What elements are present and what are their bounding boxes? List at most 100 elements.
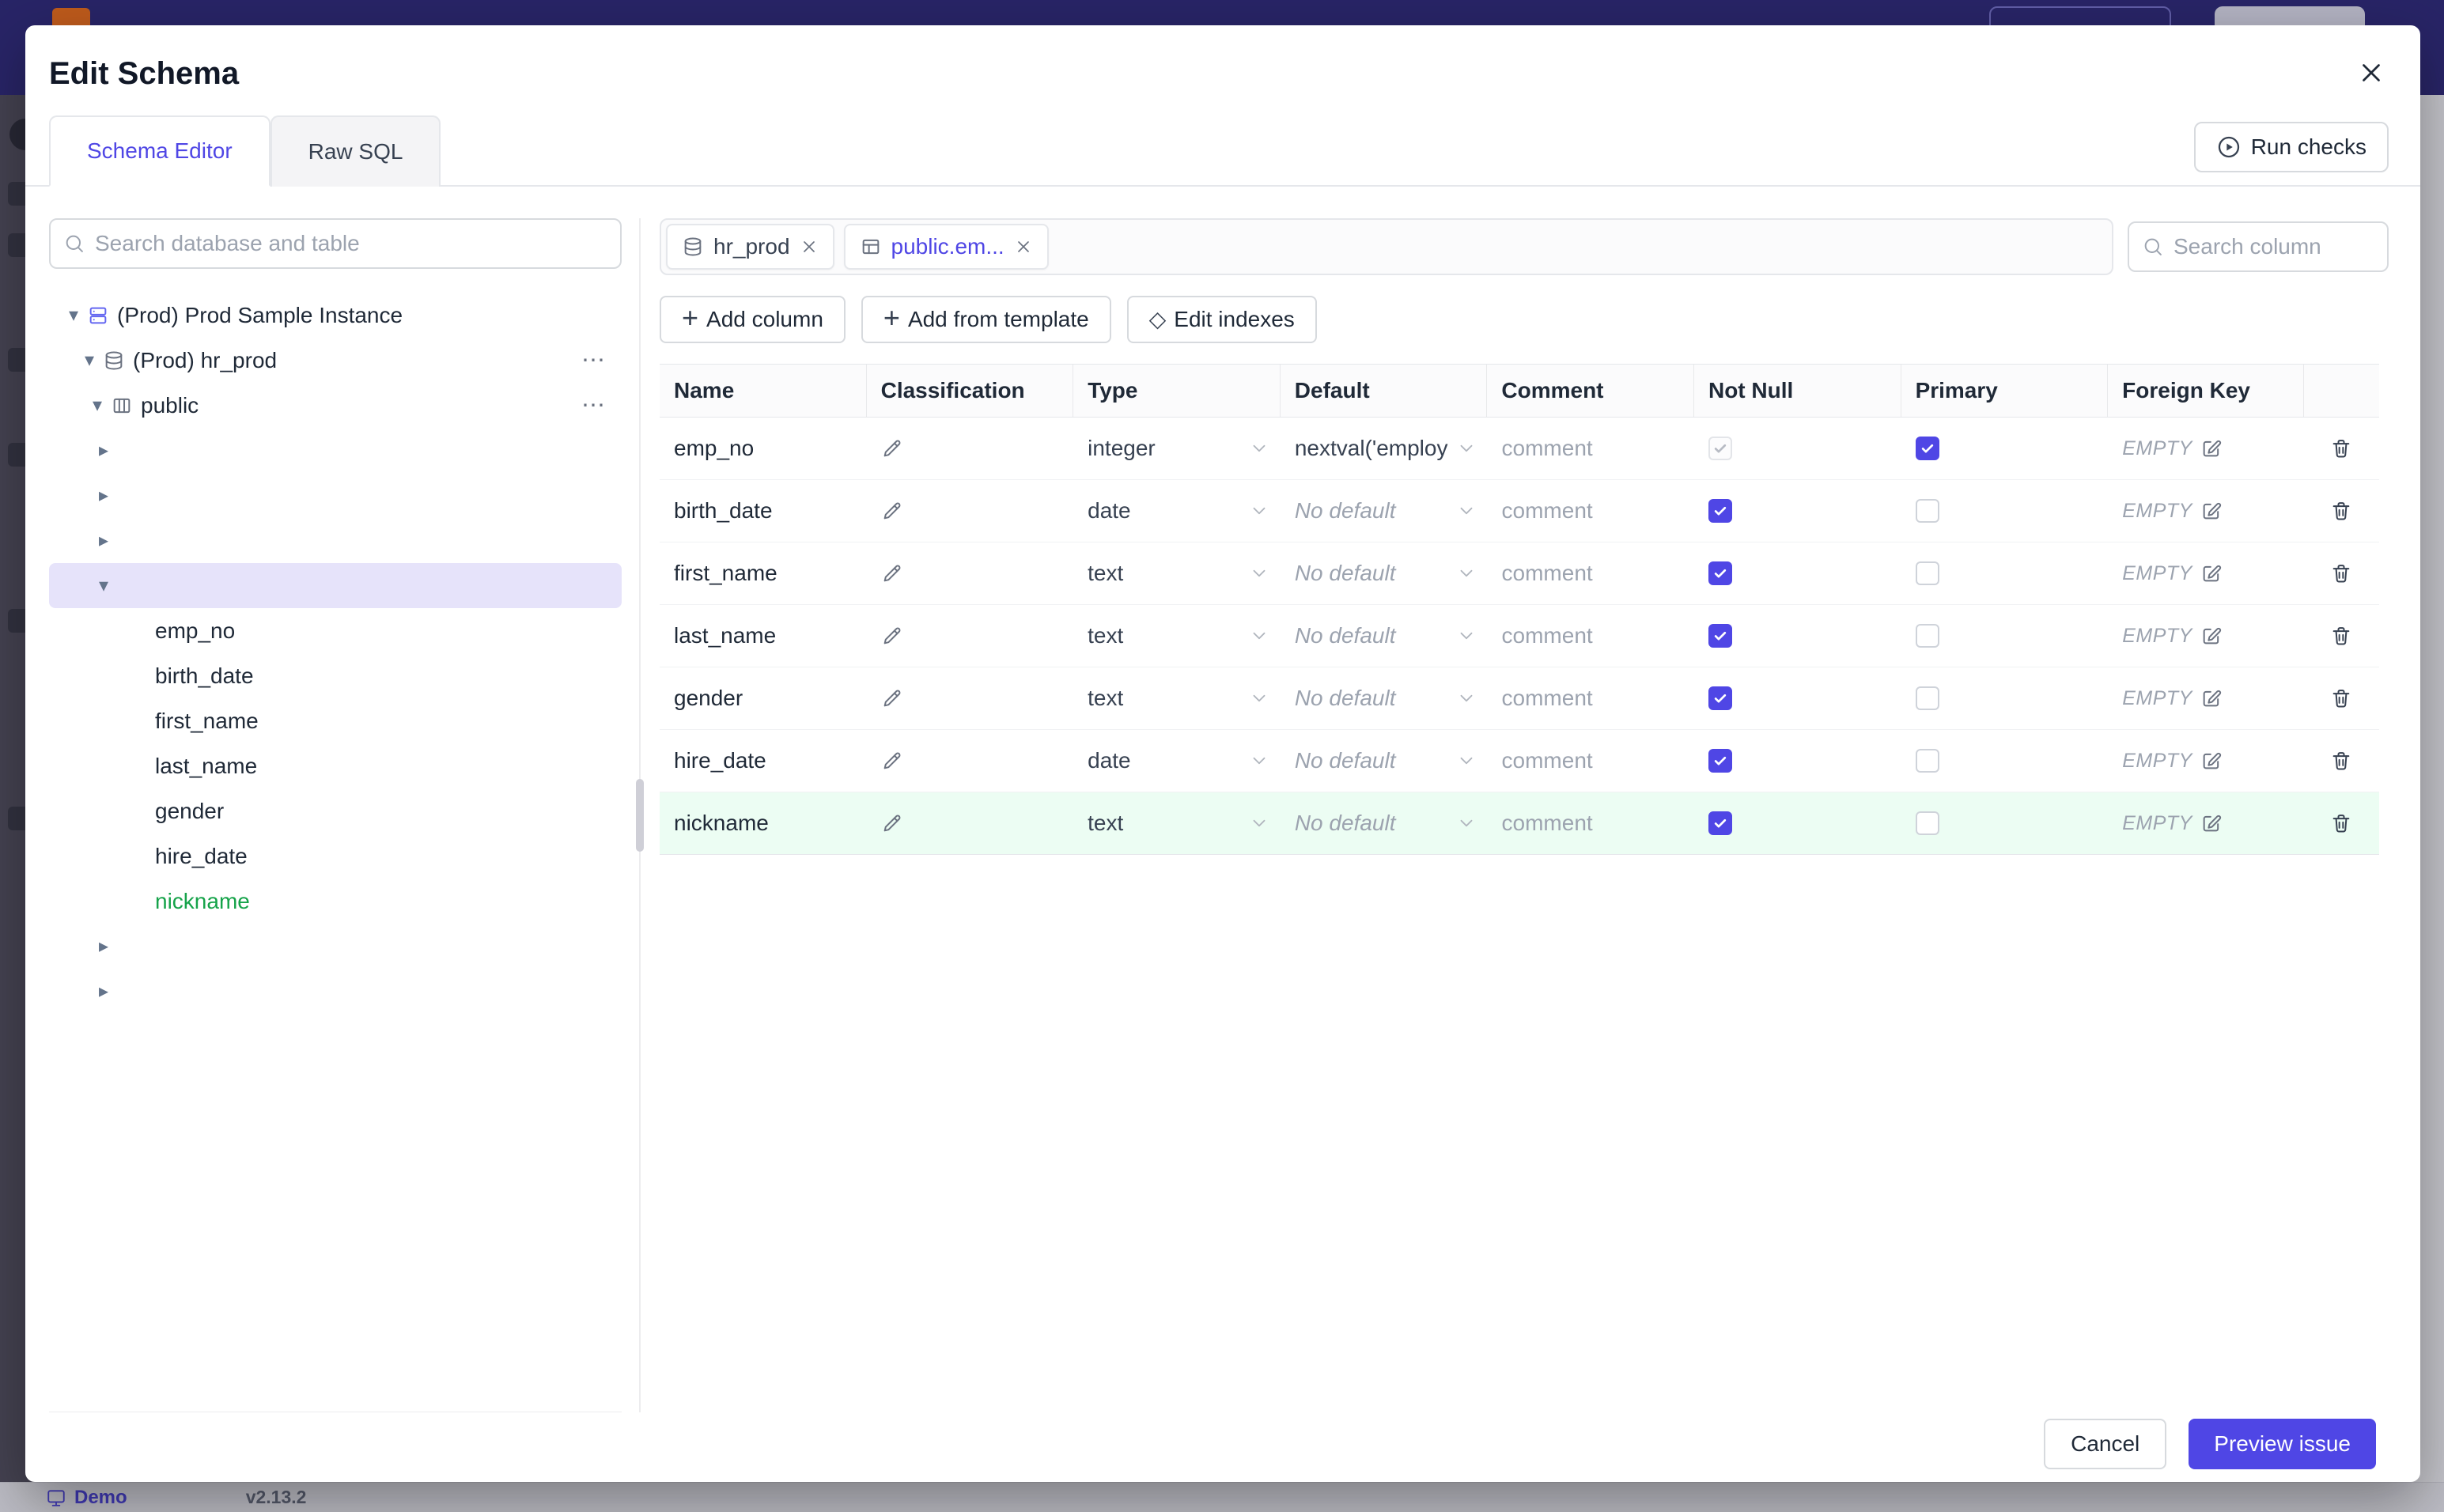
type-select[interactable]: date [1073, 480, 1281, 542]
tree-item-birth-date[interactable]: birth_date [49, 653, 622, 698]
tree-item-prod-hr-prod[interactable]: ▾ (Prod) hr_prod ⋯ [49, 338, 622, 383]
delete-column-icon[interactable] [2330, 500, 2352, 522]
not-null-checkbox[interactable] [1708, 749, 1733, 773]
default-select[interactable]: nextval('employ [1281, 418, 1488, 479]
column-name-cell[interactable]: last_name [660, 605, 867, 667]
comment-input[interactable] [1501, 561, 1676, 586]
tab-chip-hr-prod[interactable]: hr_prod [666, 224, 834, 270]
default-select[interactable]: No default [1281, 667, 1488, 729]
edit-foreign-key-icon[interactable] [2200, 562, 2223, 584]
close-icon[interactable] [1014, 237, 1033, 256]
tree-item-first-name[interactable]: first_name [49, 698, 622, 743]
close-button[interactable] [2354, 56, 2389, 91]
not-null-checkbox[interactable] [1708, 437, 1733, 460]
delete-column-icon[interactable] [2330, 750, 2352, 772]
tree-item-last-name[interactable]: last_name [49, 743, 622, 788]
classification-edit-icon[interactable] [881, 625, 903, 647]
column-name-cell[interactable]: hire_date [660, 730, 867, 792]
tree-item-prod-prod-sample-instance[interactable]: ▾ (Prod) Prod Sample Instance [49, 293, 622, 338]
edit-foreign-key-icon[interactable] [2200, 687, 2223, 709]
tree-item-dept-manager[interactable]: ▸dept_manager⋯ [49, 518, 622, 563]
add-column-button[interactable]: + Add column [660, 296, 846, 343]
classification-edit-icon[interactable] [881, 750, 903, 772]
primary-checkbox[interactable] [1915, 686, 1939, 710]
comment-input[interactable] [1501, 498, 1676, 524]
not-null-checkbox[interactable] [1708, 811, 1733, 835]
primary-checkbox[interactable] [1915, 624, 1939, 648]
column-search-input[interactable] [2173, 234, 2444, 259]
tree-item-employee[interactable]: ▾employee⋯ [49, 563, 622, 608]
comment-input[interactable] [1501, 623, 1676, 648]
not-null-checkbox[interactable] [1708, 624, 1733, 648]
more-menu-icon[interactable]: ⋯ [581, 348, 606, 372]
default-select[interactable]: No default [1281, 605, 1488, 667]
edit-foreign-key-icon[interactable] [2200, 812, 2223, 834]
chevron-down-icon[interactable]: ▾ [90, 574, 117, 597]
database-search-input[interactable] [95, 231, 607, 256]
tab-schema-editor[interactable]: Schema Editor [49, 115, 271, 187]
type-select[interactable]: date [1073, 730, 1281, 792]
delete-column-icon[interactable] [2330, 437, 2352, 459]
edit-foreign-key-icon[interactable] [2200, 625, 2223, 647]
classification-edit-icon[interactable] [881, 687, 903, 709]
default-select[interactable]: No default [1281, 792, 1488, 854]
tree-item-public[interactable]: ▾ public ⋯ [49, 383, 622, 428]
tab-raw-sql[interactable]: Raw SQL [270, 115, 441, 187]
not-null-checkbox[interactable] [1708, 561, 1733, 585]
primary-checkbox[interactable] [1915, 749, 1939, 773]
edit-indexes-button[interactable]: ◇ Edit indexes [1126, 296, 1317, 343]
classification-edit-icon[interactable] [881, 562, 903, 584]
chevron-right-icon[interactable]: ▸ [90, 529, 117, 552]
primary-checkbox[interactable] [1915, 811, 1939, 835]
type-select[interactable]: text [1073, 605, 1281, 667]
add-from-template-button[interactable]: + Add from template [861, 296, 1111, 343]
classification-edit-icon[interactable] [881, 812, 903, 834]
run-checks-button[interactable]: Run checks [2193, 122, 2389, 172]
type-select[interactable]: text [1073, 542, 1281, 604]
close-icon[interactable] [800, 237, 819, 256]
default-select[interactable]: No default [1281, 542, 1488, 604]
chevron-down-icon[interactable]: ▾ [60, 304, 87, 327]
more-menu-icon[interactable]: ⋯ [581, 393, 606, 418]
chevron-down-icon[interactable]: ▾ [76, 349, 103, 372]
comment-input[interactable] [1501, 686, 1676, 711]
comment-input[interactable] [1501, 748, 1676, 773]
primary-checkbox[interactable] [1915, 561, 1939, 585]
cancel-button[interactable]: Cancel [2044, 1419, 2167, 1469]
divider-drag-handle[interactable] [636, 779, 644, 852]
tree-item-department[interactable]: ▸department⋯ [49, 428, 622, 473]
preview-issue-button[interactable]: Preview issue [2189, 1419, 2376, 1469]
tree-item-dept-emp[interactable]: ▸dept_emp⋯ [49, 473, 622, 518]
type-select[interactable]: text [1073, 667, 1281, 729]
default-select[interactable]: No default [1281, 480, 1488, 542]
tree-item-title[interactable]: ▸title⋯ [49, 969, 622, 1014]
classification-edit-icon[interactable] [881, 437, 903, 459]
column-name-cell[interactable]: birth_date [660, 480, 867, 542]
not-null-checkbox[interactable] [1708, 499, 1733, 523]
tree-item-hire-date[interactable]: hire_date [49, 833, 622, 879]
chevron-right-icon[interactable]: ▸ [90, 935, 117, 958]
column-name-cell[interactable]: first_name [660, 542, 867, 604]
delete-column-icon[interactable] [2330, 812, 2352, 834]
comment-input[interactable] [1501, 811, 1676, 836]
delete-column-icon[interactable] [2330, 562, 2352, 584]
default-select[interactable]: No default [1281, 730, 1488, 792]
type-select[interactable]: integer [1073, 418, 1281, 479]
comment-input[interactable] [1501, 436, 1676, 461]
column-name-cell[interactable]: gender [660, 667, 867, 729]
primary-checkbox[interactable] [1915, 437, 1939, 460]
tree-item-nickname[interactable]: nickname [49, 879, 622, 924]
chevron-right-icon[interactable]: ▸ [90, 980, 117, 1003]
chevron-down-icon[interactable]: ▾ [84, 394, 111, 417]
column-name-cell[interactable]: nickname [660, 792, 867, 854]
delete-column-icon[interactable] [2330, 687, 2352, 709]
edit-foreign-key-icon[interactable] [2200, 500, 2223, 522]
tree-item-salary[interactable]: ▸salary⋯ [49, 924, 622, 969]
edit-foreign-key-icon[interactable] [2200, 750, 2223, 772]
chevron-right-icon[interactable]: ▸ [90, 439, 117, 462]
delete-column-icon[interactable] [2330, 625, 2352, 647]
classification-edit-icon[interactable] [881, 500, 903, 522]
edit-foreign-key-icon[interactable] [2200, 437, 2223, 459]
tree-item-gender[interactable]: gender [49, 788, 622, 833]
type-select[interactable]: text [1073, 792, 1281, 854]
